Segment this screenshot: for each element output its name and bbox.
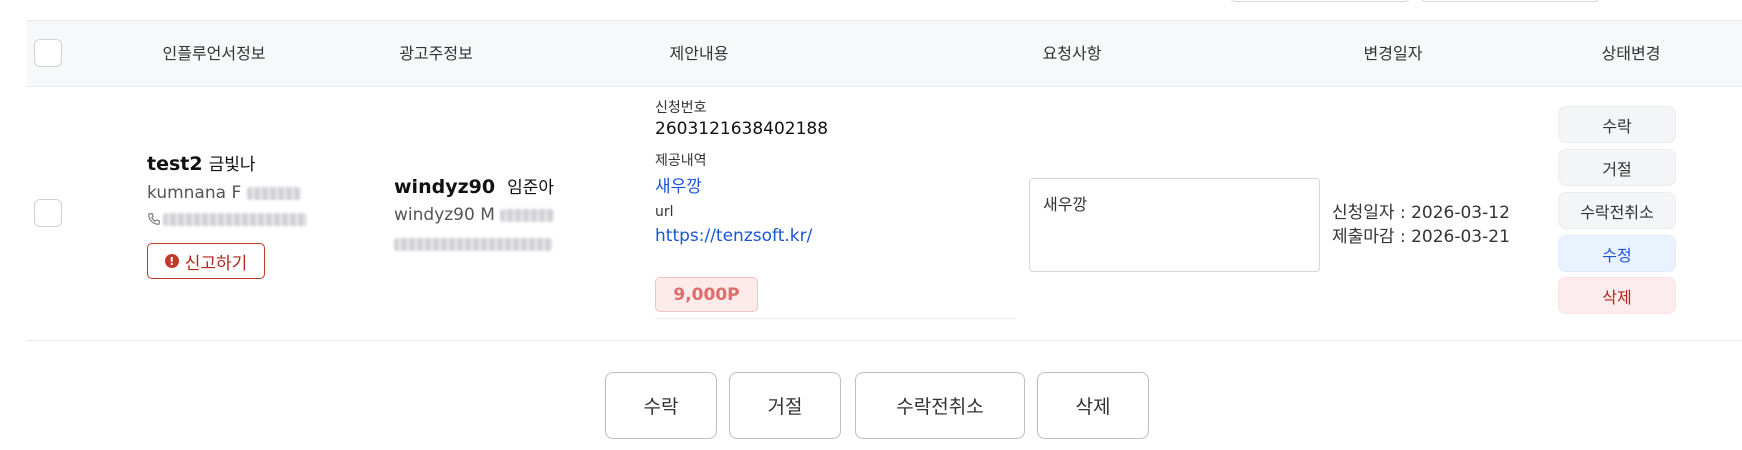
select-all-checkbox[interactable] [34,39,62,67]
alert-icon: ! [164,254,179,268]
applied-date: 신청일자 : 2026-03-12 [1332,203,1510,223]
table-header: 인플루언서정보 광고주정보 제안내용 요청사항 변경일자 상태변경 [27,20,1742,87]
reject-button[interactable]: 거절 [1558,149,1676,186]
header-advertiser: 광고주정보 [399,44,473,63]
row-checkbox[interactable] [34,199,62,227]
advertiser-gender: M [480,205,495,225]
influencer-id: test2 [147,153,203,175]
header-changed-date: 변경일자 [1363,44,1423,63]
advertiser-name: 임준아 [507,178,555,198]
cancel-accept-button[interactable]: 수락전취소 [1558,192,1676,229]
request-no: 2603121638402188 [655,119,829,139]
top-button-1[interactable] [1230,0,1410,2]
advertiser-contact [394,234,552,253]
accept-button[interactable]: 수락 [1558,106,1676,143]
influencer-phone [147,212,307,226]
bulk-accept-button[interactable]: 수락 [605,372,717,439]
table-row: test2 금빛나 kumnana F ! 신고하기 windyz90 임준아 … [27,86,1742,341]
top-button-2[interactable] [1420,0,1600,2]
advertiser-account: windyz90 M [394,205,555,225]
edit-button[interactable]: 수정 [1558,235,1676,272]
phone-redacted [163,212,307,226]
advertiser-username: windyz90 [394,205,475,225]
deadline-date: 제출마감 : 2026-03-21 [1332,227,1510,247]
influencer-gender: F [231,183,242,203]
influencer-name: 금빛나 [208,155,256,175]
influencer-redacted-info [246,186,301,200]
offer-link[interactable]: 새우깡 [655,172,702,197]
advertiser-redacted-contact [394,238,552,251]
influencer-username: kumnana [147,183,227,203]
offer-label: 제공내역 [655,153,707,169]
bulk-reject-button[interactable]: 거절 [729,372,841,439]
url-label: url [655,204,674,220]
influencer-info: test2 금빛나 [147,150,256,175]
phone-icon [147,212,161,226]
proposal-divider [655,318,1015,319]
header-proposal: 제안내용 [669,44,729,63]
advertiser-id: windyz90 [394,176,496,198]
bulk-delete-button[interactable]: 삭제 [1037,372,1149,439]
dates: 신청일자 : 2026-03-12 제출마감 : 2026-03-21 [1332,201,1510,249]
delete-button[interactable]: 삭제 [1558,277,1676,314]
price-badge: 9,000P [655,277,758,312]
influencer-account: kumnana F [147,183,301,203]
advertiser-info: windyz90 임준아 [394,173,554,198]
request-memo-field[interactable]: 새우깡 [1029,178,1320,272]
advertiser-redacted-info [500,208,555,222]
header-status: 상태변경 [1601,44,1661,63]
bulk-cancel-accept-button[interactable]: 수락전취소 [855,372,1025,439]
header-request: 요청사항 [1042,44,1102,63]
request-no-label: 신청번호 [655,100,707,116]
report-button[interactable]: ! 신고하기 [147,243,265,279]
url-link[interactable]: https://tenzsoft.kr/ [655,226,812,246]
report-label: 신고하기 [184,253,248,274]
header-influencer: 인플루언서정보 [162,44,266,63]
